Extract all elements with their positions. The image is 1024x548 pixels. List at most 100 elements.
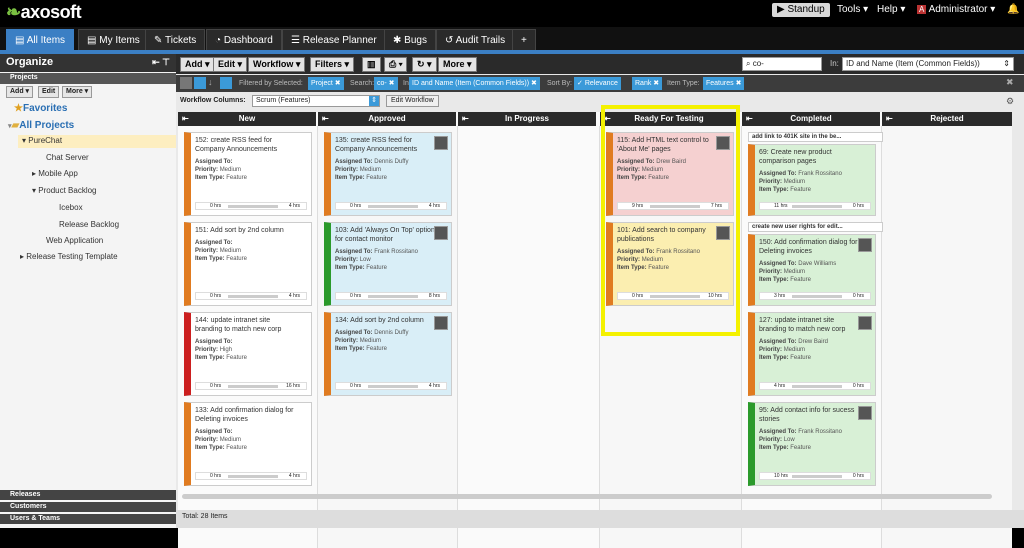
type-value: Feature <box>790 355 811 361</box>
add-project-button[interactable]: Add ▾ <box>6 86 34 98</box>
progress-track <box>228 475 278 478</box>
card-title[interactable]: 152: create RSS feed for Company Announc… <box>195 136 295 154</box>
admin-menu[interactable]: A Administrator ▾ <box>912 3 1000 17</box>
search-filter-chip[interactable]: co- ✖ <box>374 77 398 90</box>
column-header-in-progress[interactable]: ⇤ In Progress <box>458 112 596 126</box>
card-title[interactable]: 144: update intranet site branding to ma… <box>195 316 295 334</box>
assignee-avatar[interactable] <box>858 316 872 330</box>
filters-button[interactable]: Filters ▾ <box>310 57 355 72</box>
work-item-card[interactable]: 95: Add contact info for sucess stories A… <box>748 402 876 486</box>
add-tab-button[interactable]: + <box>512 29 536 50</box>
child-item-link[interactable]: create new user rights for edit... <box>748 222 883 232</box>
tree-item-release-testing-template[interactable]: ▸ Release Testing Template <box>20 252 118 261</box>
work-item-card[interactable]: 133: Add confirmation dialog for Deletin… <box>184 402 312 486</box>
tab-tickets[interactable]: ✎ Tickets <box>145 29 206 50</box>
bell-icon[interactable]: 🔔 <box>1002 3 1024 17</box>
releases-section[interactable]: Releases <box>0 490 176 500</box>
tab-release-planner[interactable]: ☰ Release Planner <box>282 29 386 50</box>
axosoft-logo[interactable]: ❧axosoft <box>6 2 82 23</box>
work-item-card[interactable]: 152: create RSS feed for Company Announc… <box>184 132 312 216</box>
tab-bugs[interactable]: ✱ Bugs <box>384 29 436 50</box>
tree-item-purechat[interactable]: ▾ PureChat <box>18 135 176 148</box>
projects-header[interactable]: Projects <box>0 73 176 84</box>
column-header-completed[interactable]: ⇤ Completed <box>742 112 880 126</box>
work-item-card[interactable]: 127: update intranet site branding to ma… <box>748 312 876 396</box>
search-input[interactable]: ⌕ co- <box>742 57 822 71</box>
work-remaining: 4 hrs <box>288 293 300 299</box>
card-title[interactable]: 134: Add sort by 2nd column <box>335 316 435 325</box>
column-header-approved[interactable]: ⇤ Approved <box>318 112 456 126</box>
tree-item-chat-server[interactable]: Chat Server <box>46 153 89 162</box>
edit-project-button[interactable]: Edit <box>38 86 60 98</box>
in-filter-chip[interactable]: ID and Name (Item (Common Fields)) ✖ <box>409 77 540 90</box>
tree-item-release-backlog[interactable]: Release Backlog <box>59 220 119 229</box>
edit-button[interactable]: Edit ▾ <box>213 57 248 72</box>
sort-rank-chip[interactable]: Rank ✖ <box>632 77 663 90</box>
card-title[interactable]: 95: Add contact info for sucess stories <box>759 406 859 424</box>
refresh-icon[interactable]: ↻ ▾ <box>412 57 437 72</box>
type-value: Feature <box>790 445 811 451</box>
gear-icon[interactable]: ⚙ <box>1006 96 1014 107</box>
card-title[interactable]: 69: Create new product comparison pages <box>759 148 859 166</box>
close-filter-icon[interactable]: ✖ <box>1006 77 1014 88</box>
customers-section[interactable]: Customers <box>0 502 176 512</box>
help-menu[interactable]: Help ▾ <box>872 3 910 17</box>
search-field-select[interactable]: ID and Name (Item (Common Fields)) ⇕ <box>842 57 1014 71</box>
add-button[interactable]: Add ▾ <box>180 57 215 72</box>
tab-my-items[interactable]: ▤ My Items <box>78 29 149 50</box>
card-title[interactable]: 103: Add 'Always On Top' option for cont… <box>335 226 435 244</box>
assignee-avatar[interactable] <box>434 226 448 240</box>
work-item-card[interactable]: 103: Add 'Always On Top' option for cont… <box>324 222 452 306</box>
horizontal-scrollbar[interactable] <box>182 494 992 499</box>
edit-workflow-button[interactable]: Edit Workflow <box>386 95 439 107</box>
tree-item-product-backlog[interactable]: ▾ Product Backlog <box>32 186 97 195</box>
type-row: Item Type: Feature <box>195 175 247 181</box>
assignee-avatar[interactable] <box>434 136 448 150</box>
work-item-card[interactable]: 144: update intranet site branding to ma… <box>184 312 312 396</box>
chart-icon[interactable]: ▥ <box>362 57 381 72</box>
all-projects-node[interactable]: ▾▰All Projects <box>8 120 74 131</box>
tree-item-mobile-app[interactable]: ▸ Mobile App <box>32 169 78 178</box>
assigned-value: Dennis Duffy <box>374 330 409 336</box>
child-item-link[interactable]: add link to 401K site in the be... <box>748 132 883 142</box>
print-icon[interactable]: ⎙ ▾ <box>384 57 408 72</box>
card-title[interactable]: 127: update intranet site branding to ma… <box>759 316 859 334</box>
workflow-button[interactable]: Workflow ▾ <box>248 57 306 72</box>
tab-all-items[interactable]: ▤ All Items <box>6 29 75 50</box>
standup-button[interactable]: ▶ Standup <box>772 3 830 17</box>
favorites-node[interactable]: ★Favorites <box>14 103 67 114</box>
project-filter-chip[interactable]: Project ✖ <box>308 77 344 90</box>
tools-menu[interactable]: Tools ▾ <box>832 3 873 17</box>
assignee-avatar[interactable] <box>858 238 872 252</box>
item-type-chip[interactable]: Features ✖ <box>703 77 745 90</box>
card-title[interactable]: 151: Add sort by 2nd column <box>195 226 295 235</box>
card-title[interactable]: 135: create RSS feed for Company Announc… <box>335 136 435 154</box>
work-item-card[interactable]: 151: Add sort by 2nd column Assigned To: … <box>184 222 312 306</box>
board-view-icon[interactable] <box>194 77 206 89</box>
tab-audit-trails[interactable]: ↺ Audit Trails <box>436 29 515 50</box>
filter-icon[interactable] <box>220 77 232 89</box>
more-button[interactable]: More ▾ <box>438 57 477 72</box>
assignee-avatar[interactable] <box>434 316 448 330</box>
more-project-button[interactable]: More ▾ <box>62 86 93 98</box>
work-progress-bar: 0 hrs 4 hrs <box>195 472 307 480</box>
column-header-rejected[interactable]: ⇤ Rejected <box>882 112 1012 126</box>
work-item-card[interactable]: 150: Add confirmation dialog for Deletin… <box>748 234 876 306</box>
collapse-icon[interactable]: ⇤ ⊤ <box>152 57 170 68</box>
tab-dashboard[interactable]: ◔ Dashboard <box>206 29 282 50</box>
work-item-card[interactable]: 135: create RSS feed for Company Announc… <box>324 132 452 216</box>
column-header-new[interactable]: ⇤ New <box>178 112 316 126</box>
tree-item-web-application[interactable]: Web Application <box>46 236 103 245</box>
work-item-card[interactable]: 69: Create new product comparison pages A… <box>748 144 876 216</box>
sort-relevance-chip[interactable]: ✓ Relevance <box>574 77 621 90</box>
tree-item-icebox[interactable]: Icebox <box>59 203 83 212</box>
list-view-icon[interactable] <box>180 77 192 89</box>
card-title[interactable]: 150: Add confirmation dialog for Deletin… <box>759 238 859 256</box>
work-item-card[interactable]: 134: Add sort by 2nd column Assigned To: … <box>324 312 452 396</box>
card-title[interactable]: 133: Add confirmation dialog for Deletin… <box>195 406 295 424</box>
workflow-select[interactable]: Scrum (Features) ⇕ <box>252 95 380 107</box>
main-toolbar: Add ▾ Edit ▾ Workflow ▾ Filters ▾ ▥ ⎙ ▾ … <box>176 54 1024 74</box>
assignee-avatar[interactable] <box>858 406 872 420</box>
users-teams-section[interactable]: Users & Teams <box>0 514 176 524</box>
sort-icon[interactable]: ↓ <box>208 77 218 89</box>
